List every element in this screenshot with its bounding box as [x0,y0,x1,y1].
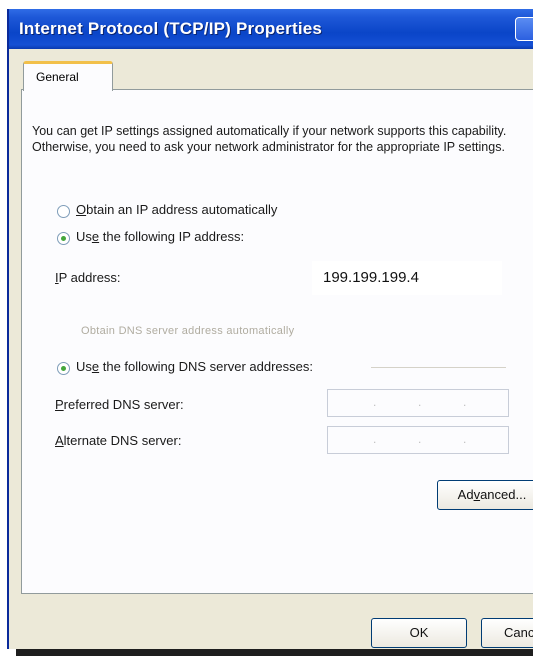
description-text: You can get IP settings assigned automat… [32,124,507,154]
octet-separator: . [373,432,377,446]
preferred-dns-label: Preferred DNS server: [55,397,184,412]
octet-separator: . [418,432,422,446]
cancel-button[interactable]: Cancel [481,618,533,648]
obtain-ip-auto-radio[interactable] [57,205,70,218]
ip-address-label: IP address: [55,270,121,285]
use-following-dns-label[interactable]: Use the following DNS server addresses: [76,359,313,374]
alternate-dns-field[interactable]: . . . [327,426,509,454]
tab-general[interactable]: General [23,61,113,91]
ip-address-value: 199.199.199.4 [323,269,419,286]
dns-group-line [371,367,506,368]
help-button[interactable] [515,17,533,41]
tab-general-label: General [36,70,79,84]
tcpip-properties-dialog: Internet Protocol (TCP/IP) Properties Ge… [7,9,533,649]
general-tab-panel [21,89,533,594]
use-following-dns-radio[interactable] [57,362,70,375]
title-bar[interactable]: Internet Protocol (TCP/IP) Properties [9,9,533,49]
ip-address-field[interactable]: 199.199.199.4 [312,261,502,295]
octet-separator: . [418,395,422,409]
ok-button[interactable]: OK [371,618,467,648]
window-title: Internet Protocol (TCP/IP) Properties [19,19,323,38]
advanced-button[interactable]: Advanced... [437,480,533,510]
obtain-dns-auto-label: Obtain DNS server address automatically [81,325,295,337]
obtain-ip-auto-label[interactable]: Obtain an IP address automatically [76,202,277,217]
use-following-ip-radio[interactable] [57,232,70,245]
octet-separator: . [373,395,377,409]
octet-separator: . [463,432,467,446]
alternate-dns-label: Alternate DNS server: [55,433,182,448]
use-following-ip-label[interactable]: Use the following IP address: [76,229,244,244]
octet-separator: . [463,395,467,409]
preferred-dns-field[interactable]: . . . [327,389,509,417]
